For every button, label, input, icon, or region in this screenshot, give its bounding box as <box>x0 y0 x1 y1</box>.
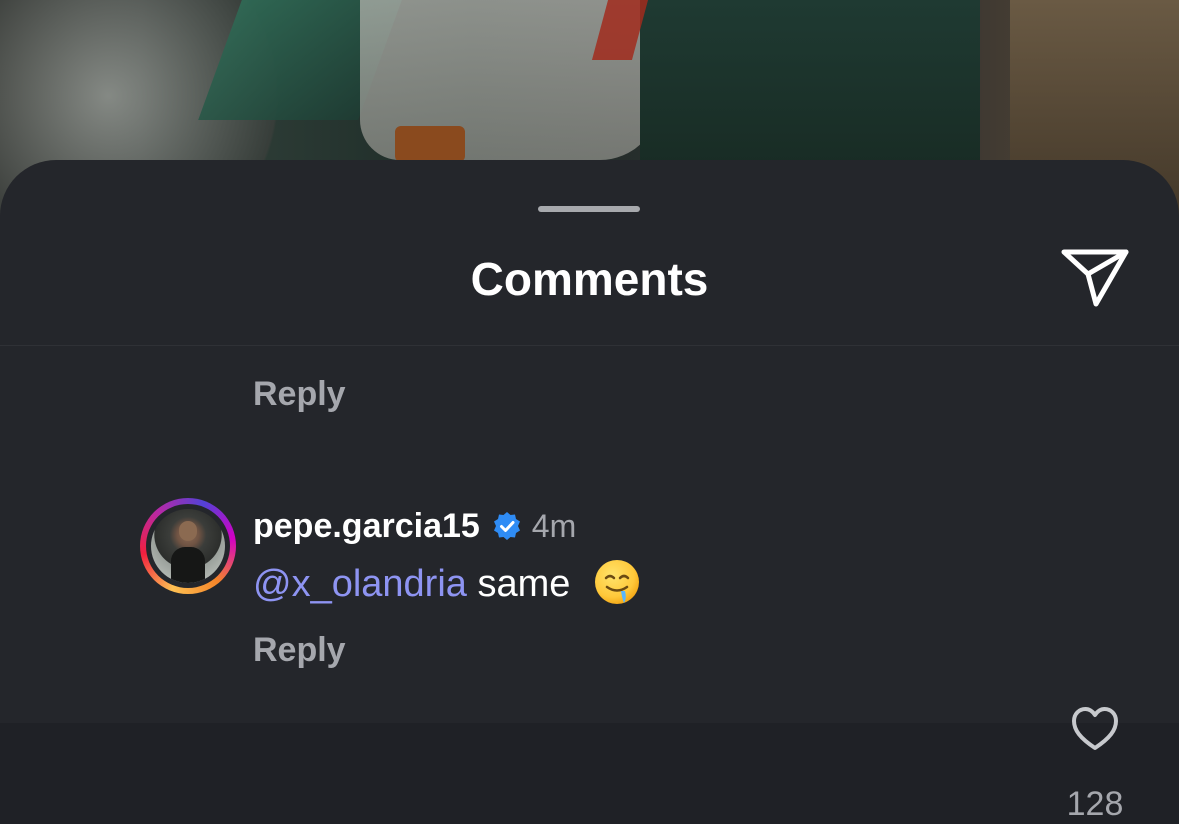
comment-item: pepe.garcia15 4m @x_olandria same Reply … <box>0 498 1179 823</box>
comments-title: Comments <box>470 253 709 305</box>
reply-button[interactable]: Reply <box>253 374 346 414</box>
avatar[interactable] <box>140 498 236 594</box>
drooling-face-emoji-icon <box>593 558 641 606</box>
comments-header: Comments <box>0 160 1179 346</box>
mention-link[interactable]: @x_olandria <box>253 563 467 605</box>
comment-username[interactable]: pepe.garcia15 <box>253 506 480 546</box>
like-count: 128 <box>1066 785 1124 823</box>
comment-text: same <box>477 563 571 605</box>
verified-badge-icon <box>492 511 522 541</box>
comment-body: @x_olandria same <box>253 558 641 609</box>
comments-sheet: Comments Reply pepe.garcia15 4m @x_oland… <box>0 160 1179 823</box>
heart-icon[interactable] <box>1068 704 1122 754</box>
send-icon[interactable] <box>1058 244 1132 310</box>
reply-button[interactable]: Reply <box>253 630 346 670</box>
comment-timestamp: 4m <box>531 508 577 544</box>
